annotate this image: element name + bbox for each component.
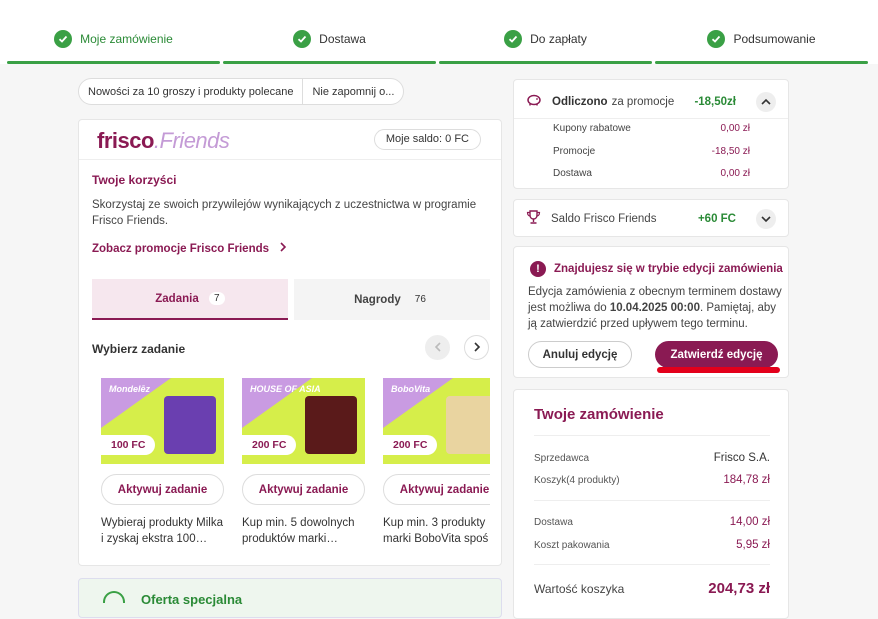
step-progress-bar — [655, 61, 868, 64]
divider — [534, 500, 770, 501]
brand-logo: HOUSE OF ASIA — [250, 384, 321, 394]
seller-row: Sprzedawca Frisco S.A. — [534, 452, 770, 464]
carousel-prev-button[interactable] — [425, 335, 450, 360]
product-image — [446, 396, 490, 454]
alert-icon: ! — [530, 261, 546, 277]
task-description: Kup min. 3 produkty marki BoboVita spoś — [383, 517, 489, 545]
order-summary-card: Twoje zamówienie Sprzedawca Frisco S.A. K… — [513, 389, 789, 619]
fc-badge: 100 FC — [101, 435, 156, 455]
chip-bar: Nowości za 10 groszy i produkty polecane… — [78, 78, 502, 105]
divider — [514, 118, 788, 119]
chevron-left-icon — [434, 340, 442, 355]
cart-row: Koszyk(4 produkty) 184,78 zł — [534, 474, 770, 486]
task-image: HOUSE OF ASIA 200 FC — [242, 378, 365, 464]
total-row: Wartość koszyka 204,73 zł — [534, 580, 770, 597]
chevron-right-icon — [473, 340, 481, 355]
chevron-up-icon[interactable] — [756, 92, 776, 112]
task-card: Mondelēz 100 FC Aktywuj zadanie Wybieraj… — [101, 378, 224, 547]
edit-mode-text: Edycja zamówienia z obecnym terminem dos… — [528, 286, 782, 330]
divider — [534, 435, 770, 436]
piggy-bank-icon — [526, 93, 542, 111]
brand-logo: BoboVita — [391, 384, 431, 394]
my-balance-pill: Moje saldo: 0 FC — [373, 129, 481, 150]
friends-promo-link[interactable]: Zobacz promocje Frisco Friends — [92, 242, 287, 255]
chip-nowosci[interactable]: Nowości za 10 groszy i produkty polecane — [79, 79, 302, 104]
step-label: Dostawa — [319, 32, 366, 46]
discount-card: Odliczono za promocje -18,50zł Kupony ra… — [513, 79, 789, 189]
checkout-stepper: Moje zamówienie Dostawa Do zapłaty Podsu… — [0, 0, 878, 64]
check-icon — [293, 30, 312, 48]
confirm-edit-button[interactable]: Zatwierdź edycję — [655, 341, 778, 368]
choose-task-label: Wybierz zadanie — [92, 342, 186, 356]
discount-subtitle: za promocje — [611, 96, 675, 108]
cancel-edit-button[interactable]: Anuluj edycję — [528, 341, 632, 368]
step-label: Podsumowanie — [733, 32, 816, 46]
step-dostawa[interactable]: Dostawa — [223, 28, 436, 64]
tab-count: 76 — [414, 294, 426, 305]
check-icon — [504, 30, 523, 48]
packing-row: Koszt pakowania 5,95 zł — [534, 539, 770, 551]
step-progress-bar — [223, 61, 436, 64]
frisco-friends-card: frisco.Friends Moje saldo: 0 FC Twoje ko… — [78, 119, 502, 566]
product-image — [164, 396, 216, 454]
product-image — [305, 396, 357, 454]
task-image: BoboVita 200 FC — [383, 378, 490, 464]
chevron-right-icon — [279, 242, 287, 255]
chevron-down-icon[interactable] — [756, 209, 776, 229]
benefits-title: Twoje korzyści — [92, 173, 177, 187]
task-image: Mondelēz 100 FC — [101, 378, 224, 464]
tab-zadania[interactable]: Zadania 7 — [92, 279, 288, 320]
benefits-text: Skorzystaj ze swoich przywilejów wynikaj… — [92, 199, 477, 227]
fc-badge: 200 FC — [383, 435, 438, 455]
step-label: Moje zamówienie — [80, 32, 173, 46]
step-progress-bar — [439, 61, 652, 64]
divider — [534, 564, 770, 565]
frisco-friends-logo: frisco.Friends — [97, 128, 230, 153]
tab-nagrody[interactable]: Nagrody 76 — [294, 279, 490, 320]
divider — [79, 159, 501, 160]
check-icon — [54, 30, 73, 48]
chip-nie-zapomnij[interactable]: Nie zapomnij o... — [302, 79, 403, 104]
discount-row: Promocje -18,50 zł — [553, 146, 750, 157]
fc-badge: 200 FC — [242, 435, 297, 455]
carousel-next-button[interactable] — [464, 335, 489, 360]
friends-tabs: Zadania 7 Nagrody 76 — [92, 279, 490, 320]
step-podsumowanie[interactable]: Podsumowanie — [655, 28, 868, 64]
step-label: Do zapłaty — [530, 32, 587, 46]
tab-count: 7 — [208, 292, 225, 305]
friends-balance-label: Saldo Frisco Friends — [551, 213, 657, 225]
task-description: Kup min. 5 dowolnych produktów marki… — [242, 517, 355, 545]
discount-row: Kupony rabatowe 0,00 zł — [553, 123, 750, 134]
task-description: Wybieraj produkty Milka i zyskaj ekstra … — [101, 517, 223, 545]
task-card: HOUSE OF ASIA 200 FC Aktywuj zadanie Kup… — [242, 378, 365, 547]
trophy-icon — [526, 209, 541, 229]
friends-balance-value: +60 FC — [697, 213, 736, 225]
step-moje-zamowienie[interactable]: Moje zamówienie — [7, 28, 220, 64]
discount-value: -18,50zł — [694, 96, 736, 108]
offer-icon — [103, 591, 125, 603]
task-card: BoboVita 200 FC Aktywuj zadanie Kup min.… — [383, 378, 490, 547]
task-carousel: Mondelēz 100 FC Aktywuj zadanie Wybieraj… — [101, 378, 490, 558]
edit-mode-card: ! Znajdujesz się w trybie edycji zamówie… — [513, 246, 789, 378]
brand-logo: Mondelēz — [109, 384, 151, 394]
activate-task-button[interactable]: Aktywuj zadanie — [242, 474, 365, 505]
friends-balance-card[interactable]: Saldo Frisco Friends +60 FC — [513, 199, 789, 237]
order-title: Twoje zamówienie — [534, 406, 664, 423]
step-do-zaplaty[interactable]: Do zapłaty — [439, 28, 652, 64]
discount-header[interactable]: Odliczono za promocje -18,50zł — [526, 92, 776, 112]
check-icon — [707, 30, 726, 48]
delivery-row: Dostawa 14,00 zł — [534, 516, 770, 528]
activate-task-button[interactable]: Aktywuj zadanie — [383, 474, 490, 505]
highlight-underline — [657, 367, 780, 373]
discount-title: Odliczono — [552, 96, 608, 108]
activate-task-button[interactable]: Aktywuj zadanie — [101, 474, 224, 505]
step-progress-bar — [7, 61, 220, 64]
discount-row: Dostawa 0,00 zł — [553, 168, 750, 179]
edit-mode-title: Znajdujesz się w trybie edycji zamówieni… — [554, 263, 783, 275]
special-offer-card[interactable]: Oferta specjalna — [78, 578, 502, 618]
